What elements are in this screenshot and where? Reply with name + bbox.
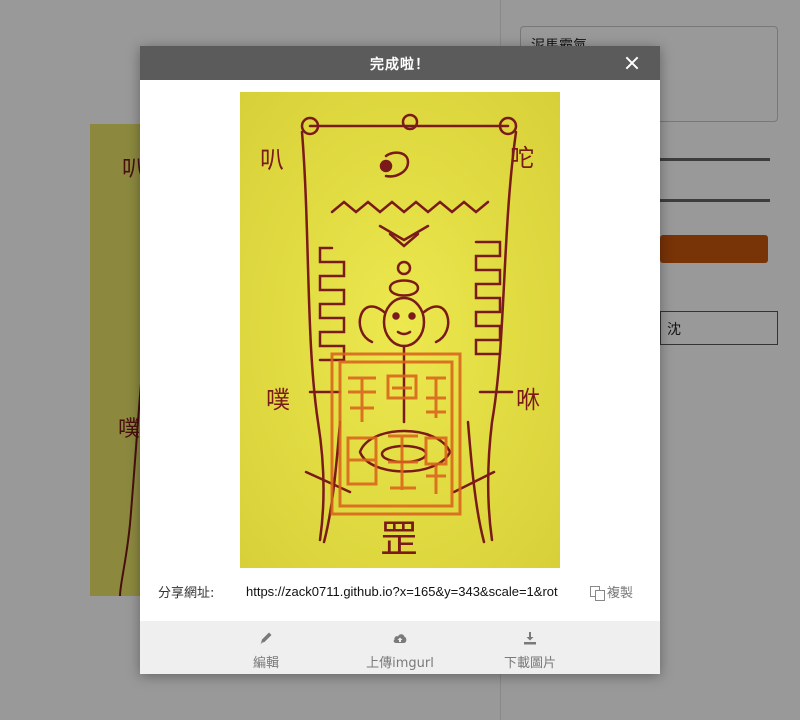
download-label: 下載圖片 <box>503 656 556 671</box>
result-modal: 完成啦！ 叭 咜 噗 咻 罡 分享網址: https://zack0711.gi… <box>140 46 660 674</box>
modal-title: 完成啦！ <box>370 57 430 73</box>
talisman-char-left-top: 叭 <box>260 146 284 174</box>
talisman-char-bottom: 罡 <box>380 517 418 561</box>
download-icon <box>522 630 538 646</box>
edit-button[interactable]: 編輯 <box>206 621 326 674</box>
share-url-label: 分享網址: <box>158 586 215 601</box>
copy-button[interactable]: 複製 <box>590 582 633 601</box>
share-url-input[interactable] <box>246 580 586 602</box>
modal-header: 完成啦！ <box>140 46 660 80</box>
talisman-char-right-top: 咜 <box>510 144 534 172</box>
copy-button-label: 複製 <box>607 586 634 601</box>
close-icon[interactable] <box>622 53 642 73</box>
cloud-upload-icon <box>392 630 408 646</box>
talisman-image: 叭 咜 噗 咻 罡 <box>240 92 560 568</box>
upload-label: 上傳imgurl <box>366 656 434 671</box>
talisman-char-right-mid: 咻 <box>516 386 540 414</box>
talisman-char-left-mid: 噗 <box>266 386 290 414</box>
modal-footer: 編輯 上傳imgurl 下載圖片 <box>140 621 660 674</box>
copy-icon <box>590 586 605 601</box>
upload-imgur-button[interactable]: 上傳imgurl <box>340 621 460 674</box>
download-image-button[interactable]: 下載圖片 <box>470 621 590 674</box>
edit-label: 編輯 <box>252 656 279 671</box>
share-url-row: 分享網址: 複製 <box>158 580 642 602</box>
pencil-icon <box>258 630 274 646</box>
